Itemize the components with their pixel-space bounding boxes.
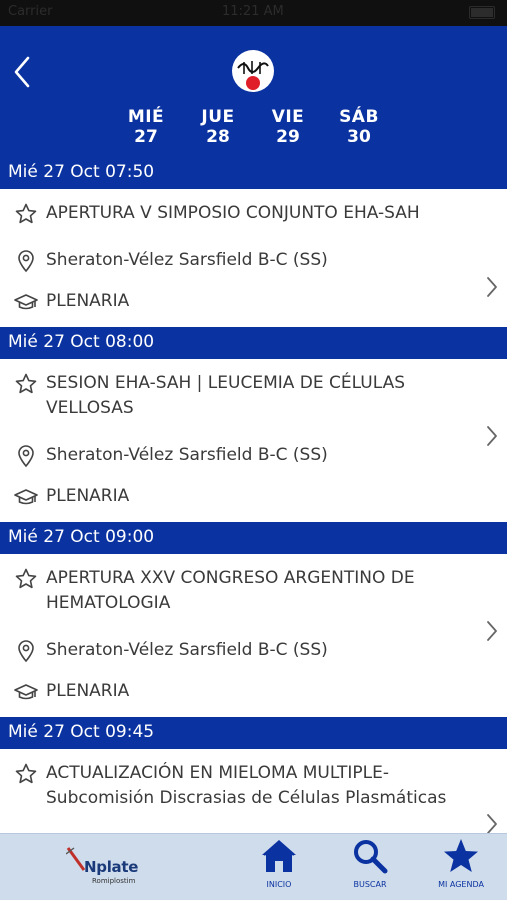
time-header: Mié 27 Oct 09:45: [0, 717, 507, 749]
tab-buscar[interactable]: BUSCAR: [345, 838, 395, 898]
time-header: Mié 27 Oct 09:00: [0, 522, 507, 554]
session-type-row: PLENARIA: [0, 273, 507, 314]
location-pin-icon: [18, 250, 34, 273]
tab-mi-agenda[interactable]: MI AGENDA: [432, 838, 490, 898]
search-icon: [354, 840, 388, 874]
session-title: APERTURA XXV CONGRESO ARGENTINO DE HEMAT…: [46, 568, 415, 613]
time-header: Mié 27 Oct 08:00: [0, 327, 507, 359]
syringe-icon: [66, 847, 86, 871]
session-location-row: Sheraton-Vélez Sarsfield B-C (SS): [0, 421, 507, 468]
location-pin-icon: [18, 445, 34, 468]
session-type-row: PLENARIA: [0, 663, 507, 704]
star-outline-icon[interactable]: [14, 567, 38, 591]
day-tab-vie[interactable]: VIE 29: [260, 107, 316, 148]
star-outline-icon[interactable]: [14, 372, 38, 396]
chevron-right-icon: [487, 621, 497, 641]
home-icon: [262, 840, 296, 872]
back-button[interactable]: [6, 52, 40, 92]
sponsor-logo: Nplate Romiplostim: [64, 844, 154, 894]
graduation-cap-icon: [14, 489, 38, 505]
sponsor-brand: Nplate: [84, 858, 139, 876]
session-type-row: PLENARIA: [0, 468, 507, 509]
day-tab-jue[interactable]: JUE 28: [190, 107, 246, 148]
session-title: ACTUALIZACIÓN EN MIELOMA MULTIPLE- Subco…: [46, 763, 447, 808]
day-tab-name: VIE: [271, 107, 305, 127]
status-bar: Carrier 11:21 AM: [0, 0, 507, 26]
day-tab-name: JUE: [201, 107, 235, 127]
star-icon: [444, 839, 478, 872]
session-card[interactable]: SESION EHA-SAH | LEUCEMIA DE CÉLULAS VEL…: [0, 359, 507, 522]
tab-label: BUSCAR: [353, 880, 387, 889]
session-location: Sheraton-Vélez Sarsfield B-C (SS): [46, 445, 328, 465]
day-tab-sab[interactable]: SÁB 30: [331, 107, 387, 148]
day-tab-number: 29: [276, 127, 300, 147]
session-location-row: Sheraton-Vélez Sarsfield B-C (SS): [0, 226, 507, 273]
chevron-right-icon: [487, 426, 497, 446]
day-tab-number: 30: [347, 127, 371, 147]
session-title-row: SESION EHA-SAH | LEUCEMIA DE CÉLULAS VEL…: [0, 359, 507, 421]
session-title-row: APERTURA V SIMPOSIO CONJUNTO EHA-SAH: [0, 189, 507, 226]
session-location-row: Sheraton-Vélez Sarsfield B-C (SS): [0, 616, 507, 663]
session-location: Sheraton-Vélez Sarsfield B-C (SS): [46, 640, 328, 660]
logo-red-dot: [246, 76, 260, 90]
session-card[interactable]: APERTURA V SIMPOSIO CONJUNTO EHA-SAH She…: [0, 189, 507, 327]
session-title-row: APERTURA XXV CONGRESO ARGENTINO DE HEMAT…: [0, 554, 507, 616]
location-pin-icon: [18, 640, 34, 663]
tab-bar: Nplate Romiplostim INICIO BUSCAR MI AGEN…: [0, 833, 507, 900]
day-tab-number: 28: [206, 127, 230, 147]
status-time: 11:21 AM: [222, 4, 284, 19]
star-outline-icon[interactable]: [14, 202, 38, 226]
tab-label: INICIO: [266, 880, 292, 889]
sponsor-subtitle: Romiplostim: [92, 877, 136, 885]
session-title-row: ACTUALIZACIÓN EN MIELOMA MULTIPLE- Subco…: [0, 749, 507, 811]
day-tab-name: SÁB: [339, 107, 379, 127]
app-header: MIÉ 27 JUE 28 VIE 29 SÁB 30: [0, 26, 507, 157]
session-title: APERTURA V SIMPOSIO CONJUNTO EHA-SAH: [46, 203, 420, 223]
day-tab-number: 27: [134, 127, 158, 147]
tab-inicio[interactable]: INICIO: [254, 838, 304, 898]
status-carrier: Carrier: [8, 4, 53, 19]
session-location: Sheraton-Vélez Sarsfield B-C (SS): [46, 250, 328, 270]
graduation-cap-icon: [14, 294, 38, 310]
day-tab-mie[interactable]: MIÉ 27: [118, 107, 174, 148]
chevron-left-icon: [14, 56, 30, 88]
agenda-list: Mié 27 Oct 07:50 APERTURA V SIMPOSIO CON…: [0, 157, 507, 869]
chevron-right-icon: [487, 277, 497, 297]
session-title: SESION EHA-SAH | LEUCEMIA DE CÉLULAS VEL…: [46, 373, 405, 418]
graduation-cap-icon: [14, 684, 38, 700]
session-type: PLENARIA: [46, 681, 130, 701]
session-type: PLENARIA: [46, 291, 130, 311]
day-tab-name: MIÉ: [127, 107, 165, 127]
battery-icon: [469, 6, 495, 19]
time-header: Mié 27 Oct 07:50: [0, 157, 507, 189]
session-type: PLENARIA: [46, 486, 130, 506]
sah-logo: [232, 50, 274, 92]
tab-label: MI AGENDA: [438, 880, 484, 889]
star-outline-icon[interactable]: [14, 762, 38, 786]
session-card[interactable]: APERTURA XXV CONGRESO ARGENTINO DE HEMAT…: [0, 554, 507, 717]
